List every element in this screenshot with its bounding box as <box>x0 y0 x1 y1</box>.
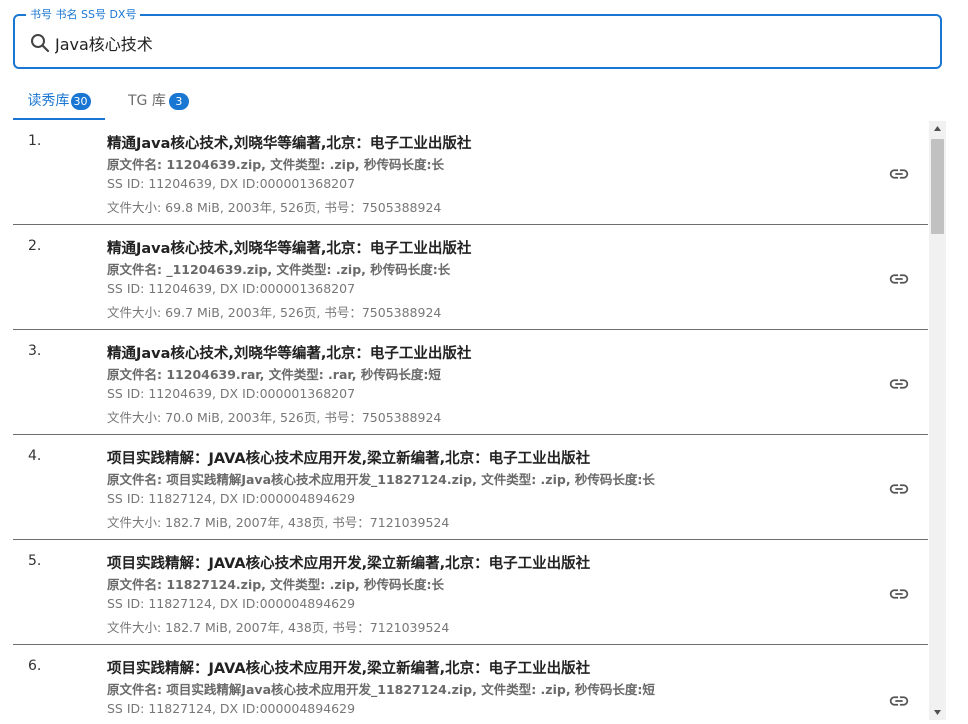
link-icon[interactable] <box>888 583 910 605</box>
item-file-info: 原文件名: 项目实践精解Java核心技术应用开发_11827124.zip, 文… <box>107 472 655 487</box>
link-icon[interactable] <box>888 690 910 712</box>
count-badge: 30 <box>70 92 91 110</box>
active-tab-indicator <box>13 118 105 120</box>
search-field-label: 书号 书名 SS号 DX号 <box>26 7 141 23</box>
item-index: 3. <box>28 343 42 359</box>
chevron-up-icon[interactable] <box>929 121 946 137</box>
item-title: 项目实践精解：JAVA核心技术应用开发,梁立新编著,北京：电子工业出版社 <box>107 556 591 572</box>
chevron-down-icon[interactable] <box>929 704 946 720</box>
item-file-info: 原文件名: 项目实践精解Java核心技术应用开发_11827124.zip, 文… <box>107 682 655 697</box>
item-index: 6. <box>28 658 42 674</box>
list-item[interactable]: 2. 精通Java核心技术,刘晓华等编著,北京：电子工业出版社 原文件名: _1… <box>13 226 928 330</box>
list-item[interactable]: 4. 项目实践精解：JAVA核心技术应用开发,梁立新编著,北京：电子工业出版社 … <box>13 436 928 540</box>
link-icon[interactable] <box>888 163 910 185</box>
item-index: 2. <box>28 238 42 254</box>
tab-label: TG 库 <box>128 93 166 109</box>
item-ids: SS ID: 11204639, DX ID:000001368207 <box>107 386 356 401</box>
list-item[interactable]: 6. 项目实践精解：JAVA核心技术应用开发,梁立新编著,北京：电子工业出版社 … <box>13 646 928 720</box>
list-item[interactable]: 1. 精通Java核心技术,刘晓华等编著,北京：电子工业出版社 原文件名: 11… <box>13 121 928 225</box>
item-meta: 文件大小: 182.7 MiB, 2007年, 438页, 书号：7121039… <box>107 620 450 635</box>
item-title: 精通Java核心技术,刘晓华等编著,北京：电子工业出版社 <box>107 241 472 257</box>
scrollbar-thumb[interactable] <box>931 139 944 234</box>
item-index: 4. <box>28 448 42 464</box>
item-ids: SS ID: 11204639, DX ID:000001368207 <box>107 281 356 296</box>
link-icon[interactable] <box>888 268 910 290</box>
item-file-info: 原文件名: 11827124.zip, 文件类型: .zip, 秒传码长度:长 <box>107 577 444 592</box>
source-tabs: 读秀库 30 TG 库 3 <box>13 82 942 120</box>
item-index: 5. <box>28 553 42 569</box>
tab-tg[interactable]: TG 库 3 <box>128 82 189 118</box>
item-file-info: 原文件名: _11204639.zip, 文件类型: .zip, 秒传码长度:长 <box>107 262 451 277</box>
list-item[interactable]: 3. 精通Java核心技术,刘晓华等编著,北京：电子工业出版社 原文件名: 11… <box>13 331 928 435</box>
item-meta: 文件大小: 69.8 MiB, 2003年, 526页, 书号：75053889… <box>107 200 442 215</box>
link-icon[interactable] <box>888 373 910 395</box>
item-index: 1. <box>28 133 42 149</box>
item-title: 项目实践精解：JAVA核心技术应用开发,梁立新编著,北京：电子工业出版社 <box>107 451 591 467</box>
link-icon[interactable] <box>888 478 910 500</box>
item-title: 精通Java核心技术,刘晓华等编著,北京：电子工业出版社 <box>107 346 472 362</box>
item-file-info: 原文件名: 11204639.zip, 文件类型: .zip, 秒传码长度:长 <box>107 157 444 172</box>
results-scrollbar[interactable] <box>929 121 946 720</box>
search-input[interactable] <box>55 28 915 58</box>
search-icon <box>29 32 51 54</box>
list-item[interactable]: 5. 项目实践精解：JAVA核心技术应用开发,梁立新编著,北京：电子工业出版社 … <box>13 541 928 645</box>
tab-label: 读秀库 <box>27 93 70 109</box>
tab-duxiu[interactable]: 读秀库 30 <box>13 82 105 118</box>
item-meta: 文件大小: 70.0 MiB, 2003年, 526页, 书号：75053889… <box>107 410 442 425</box>
search-field[interactable]: 书号 书名 SS号 DX号 <box>13 7 942 69</box>
item-file-info: 原文件名: 11204639.rar, 文件类型: .rar, 秒传码长度:短 <box>107 367 441 382</box>
item-ids: SS ID: 11827124, DX ID:000004894629 <box>107 491 356 506</box>
item-ids: SS ID: 11827124, DX ID:000004894629 <box>107 596 356 611</box>
count-badge: 3 <box>168 92 189 110</box>
item-ids: SS ID: 11827124, DX ID:000004894629 <box>107 701 356 716</box>
item-title: 精通Java核心技术,刘晓华等编著,北京：电子工业出版社 <box>107 136 472 152</box>
item-ids: SS ID: 11204639, DX ID:000001368207 <box>107 176 356 191</box>
item-meta: 文件大小: 182.7 MiB, 2007年, 438页, 书号：7121039… <box>107 515 450 530</box>
results-list: 1. 精通Java核心技术,刘晓华等编著,北京：电子工业出版社 原文件名: 11… <box>13 121 928 720</box>
item-title: 项目实践精解：JAVA核心技术应用开发,梁立新编著,北京：电子工业出版社 <box>107 661 591 677</box>
item-meta: 文件大小: 69.7 MiB, 2003年, 526页, 书号：75053889… <box>107 305 442 320</box>
